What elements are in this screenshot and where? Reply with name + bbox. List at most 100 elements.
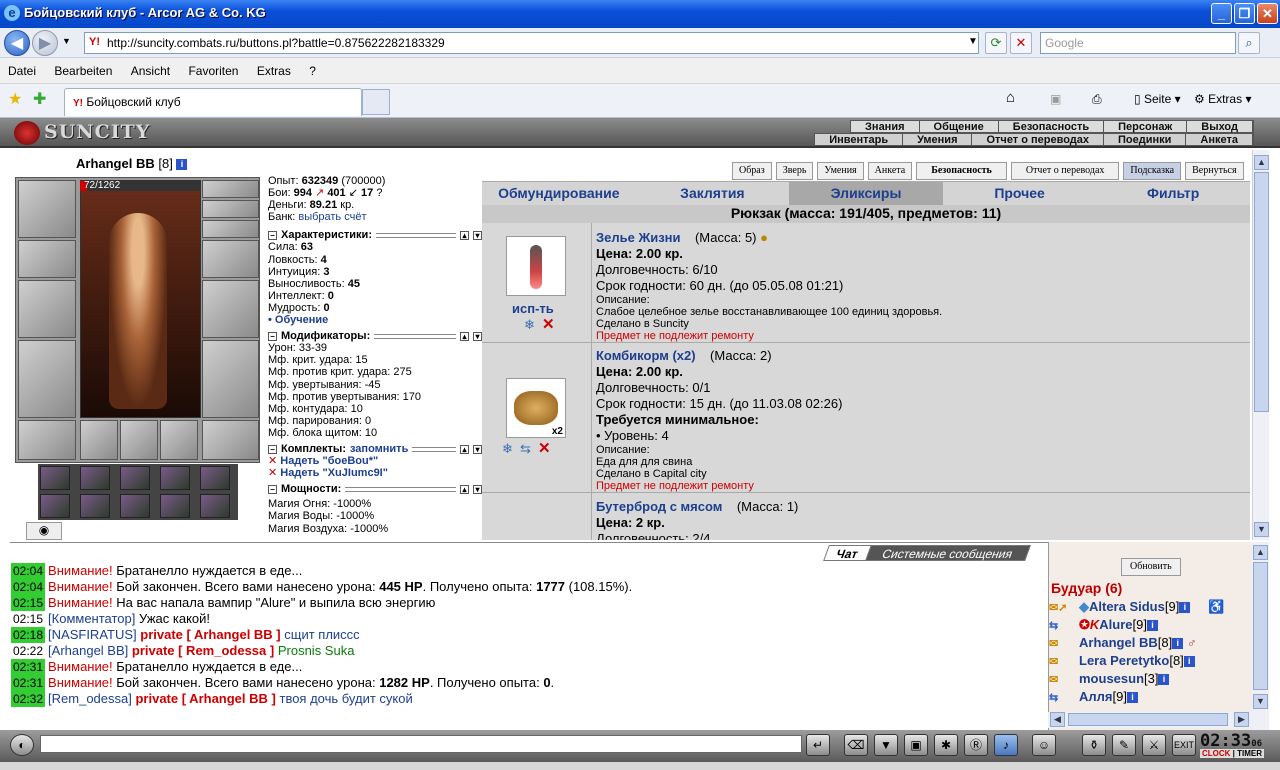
item-name-link[interactable]: Комбикорм (x2) [596, 348, 696, 363]
delete-icon[interactable]: ✕ [542, 315, 555, 333]
info-icon[interactable]: i [176, 159, 188, 171]
tab-other[interactable]: Прочее [943, 182, 1097, 205]
rings-slot[interactable] [202, 220, 259, 238]
skill-icon-8[interactable] [120, 494, 150, 518]
ring-slot-1[interactable] [80, 420, 118, 460]
scroll-thumb[interactable] [1068, 713, 1228, 726]
nav-exit[interactable]: Выход [1187, 121, 1253, 133]
nav-inventory[interactable]: Инвентарь [815, 134, 904, 146]
user-item[interactable]: ⇆ ✪KAlure[9] i [1049, 617, 1158, 633]
pet-button[interactable]: Зверь [775, 162, 814, 180]
address-input[interactable]: Y! http://suncity.combats.ru/buttons.pl?… [84, 32, 979, 54]
users-scrollbar[interactable]: ▲ ▼ [1252, 542, 1269, 730]
delete-set-icon[interactable]: ✕ [268, 455, 277, 467]
chat-filter-icon[interactable]: ◐ [10, 734, 34, 756]
favorites-star-icon[interactable]: ★ [8, 89, 22, 109]
quest-icon[interactable]: ✎ [1112, 734, 1136, 756]
user-item[interactable]: ✉ mousesun[3] i [1049, 671, 1170, 686]
ring-slot-3[interactable] [160, 420, 198, 460]
tab-system-messages[interactable]: Системные сообщения [865, 545, 1031, 561]
tab-chat[interactable]: Чат [822, 545, 872, 561]
print-icon[interactable]: ⎙ [1092, 92, 1102, 107]
nav-fights[interactable]: Поединки [1104, 134, 1187, 146]
feeds-icon[interactable]: ▣ [1050, 92, 1061, 106]
weapon-slot[interactable] [18, 280, 76, 338]
gloves-slot[interactable] [202, 240, 259, 278]
game-scrollbar[interactable]: ▲ ▼ [1252, 150, 1269, 540]
menu-ansicht[interactable]: Ansicht [123, 58, 177, 78]
legs-slot[interactable] [202, 340, 259, 418]
refresh-icon[interactable]: ⟳ [985, 32, 1007, 54]
add-favorite-icon[interactable]: ✚ [33, 89, 46, 109]
maximize-button[interactable]: ❐ [1234, 3, 1255, 24]
history-dropdown-icon[interactable]: ▼ [62, 36, 71, 46]
hint-button[interactable]: Подсказка [1123, 162, 1182, 180]
translit-icon[interactable]: Ⓡ [964, 734, 988, 756]
info-icon[interactable]: i [1126, 692, 1138, 704]
belt-slot[interactable] [18, 420, 76, 460]
bracer-slot[interactable] [18, 240, 76, 278]
nav-security[interactable]: Безопасность [999, 121, 1105, 133]
image-button[interactable]: Образ [732, 162, 772, 180]
feed-image[interactable]: x2 [506, 378, 566, 438]
tab-elixirs[interactable]: Эликсиры [789, 182, 943, 205]
skill-icon-6[interactable] [40, 494, 70, 518]
user-item[interactable]: ✉➚ ◆Altera Sidus[9] i ♿ [1049, 599, 1224, 615]
training-link[interactable]: • Обучение [268, 314, 482, 326]
nav-character[interactable]: Персонаж [1104, 121, 1188, 133]
close-button[interactable]: ✕ [1257, 3, 1278, 24]
info-icon[interactable]: i [1158, 674, 1170, 686]
nav-knowledge[interactable]: Знания [851, 121, 920, 133]
wear-set-link-2[interactable]: Надеть "XuJIumc9I" [280, 467, 388, 479]
menu-extras[interactable]: Extras [249, 58, 298, 78]
search-icon[interactable]: ⌕ [1238, 32, 1260, 54]
send-icon[interactable]: ↵ [806, 734, 830, 756]
menu-bearbeiten[interactable]: Bearbeiten [46, 58, 119, 78]
tab-spells[interactable]: Заклятия [636, 182, 790, 205]
url-dropdown-icon[interactable]: ▼ [962, 32, 984, 54]
filter-icon[interactable]: ▼ [874, 734, 898, 756]
forward-button[interactable]: ▶ [32, 30, 58, 56]
armor-slot[interactable] [18, 340, 76, 418]
tools-menu[interactable]: ⚙ Extras ▾ [1194, 92, 1251, 106]
scroll-thumb[interactable] [1254, 172, 1269, 412]
menu-favoriten[interactable]: Favoriten [180, 58, 245, 78]
amulet-slot[interactable] [202, 200, 259, 218]
user-item[interactable]: ⇆ Алля[9] i [1049, 689, 1138, 704]
skill-icon-4[interactable] [160, 466, 190, 490]
chat-input[interactable] [40, 735, 802, 753]
search-input[interactable]: Google [1040, 32, 1236, 54]
shield-slot[interactable] [202, 280, 259, 338]
skill-icon-1[interactable] [40, 466, 70, 490]
remember-set-link[interactable]: запомнить [350, 443, 408, 455]
stop-icon[interactable]: ✕ [1010, 32, 1032, 54]
wear-set-link-1[interactable]: Надеть "боеВоu*" [280, 455, 378, 467]
character-avatar[interactable] [80, 180, 201, 418]
earrings-slot[interactable] [202, 180, 259, 198]
delete-icon[interactable]: ✕ [538, 439, 551, 457]
bank-link[interactable]: выбрать счёт [298, 211, 366, 223]
new-tab-button[interactable] [362, 89, 390, 115]
menu-help[interactable]: ? [301, 58, 323, 78]
clear-icon[interactable]: ⌫ [844, 734, 868, 756]
potion-image[interactable] [506, 236, 566, 296]
section-sets[interactable]: − Комплекты: запомнить ▴ ▾ [268, 443, 482, 455]
inventory-icon[interactable]: ⚱ [1082, 734, 1106, 756]
users-hscrollbar[interactable]: ◀ ▶ [1048, 712, 1252, 728]
delete-set-icon[interactable]: ✕ [268, 467, 277, 479]
user-item[interactable]: ✉ Arhangel BB[8] i ♂ [1049, 635, 1197, 650]
info-icon[interactable]: i [1172, 638, 1184, 650]
scroll-down-icon[interactable]: ▼ [1253, 694, 1268, 709]
minimize-button[interactable]: _ [1211, 3, 1232, 24]
nav-communication[interactable]: Общение [920, 121, 999, 133]
refresh-button[interactable]: Обновить [1121, 558, 1181, 576]
scroll-left-icon[interactable]: ◀ [1050, 712, 1065, 727]
nav-skills[interactable]: Умения [903, 134, 973, 146]
section-powers[interactable]: − Мощности: ▴ ▾ [268, 483, 482, 495]
item-name-link[interactable]: Зелье Жизни [596, 230, 681, 245]
scroll-up-icon[interactable]: ▲ [1254, 155, 1269, 170]
page-menu[interactable]: ▯ Seite ▾ [1134, 92, 1181, 106]
home-icon[interactable]: ⌂ [1006, 89, 1015, 106]
return-button[interactable]: Вернуться [1185, 162, 1244, 180]
pet-icon[interactable]: ◉ [26, 522, 62, 540]
